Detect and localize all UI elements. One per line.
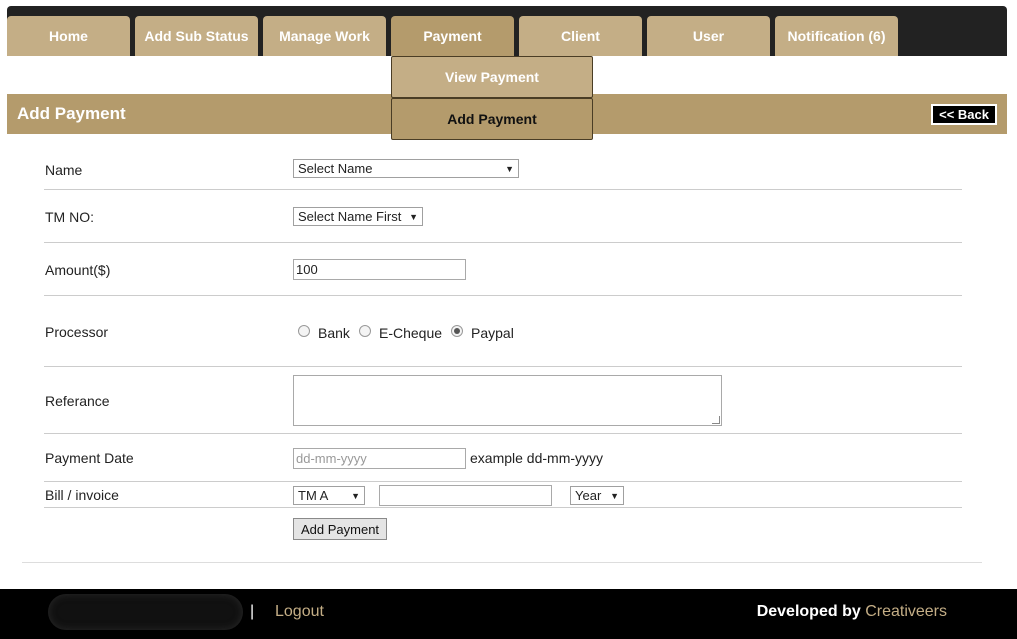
tm-no-select-value: Select Name First <box>298 209 402 224</box>
row-divider <box>44 189 962 190</box>
processor-radio-bank[interactable] <box>298 325 310 337</box>
back-button[interactable]: << Back <box>931 104 997 125</box>
resize-grip-icon[interactable] <box>712 416 720 424</box>
panel-bottom-divider <box>22 562 982 563</box>
name-select[interactable]: Select Name ▼ <box>293 159 519 178</box>
processor-radio-echeque[interactable] <box>359 325 371 337</box>
processor-label: Processor <box>45 324 109 340</box>
tm-no-label: TM NO: <box>45 209 94 225</box>
tab-client[interactable]: Client <box>519 16 642 56</box>
chevron-down-icon: ▼ <box>351 490 360 501</box>
tm-no-select[interactable]: Select Name First ▼ <box>293 207 423 226</box>
amount-input[interactable]: 100 <box>293 259 466 280</box>
submenu-view-payment[interactable]: View Payment <box>391 56 593 98</box>
reference-label: Referance <box>45 393 110 409</box>
top-navigation-bar: Home Add Sub Status Manage Work Payment … <box>7 6 1007 56</box>
processor-option-label: Paypal <box>471 325 514 341</box>
row-divider <box>44 433 962 434</box>
chevron-down-icon: ▼ <box>610 490 619 501</box>
payment-date-input[interactable]: dd-mm-yyyy <box>293 448 466 469</box>
reference-textarea[interactable] <box>293 375 722 426</box>
tab-add-sub-status[interactable]: Add Sub Status <box>135 16 258 56</box>
bill-tm-select-value: TM A <box>298 488 329 503</box>
add-payment-button[interactable]: Add Payment <box>293 518 388 540</box>
row-divider <box>44 481 962 482</box>
processor-radio-paypal[interactable] <box>451 325 463 337</box>
tab-manage-work[interactable]: Manage Work <box>263 16 386 56</box>
tab-home[interactable]: Home <box>7 16 130 56</box>
developed-by-credit: Developed by Creativeers <box>757 603 947 621</box>
page-title: Add Payment <box>17 104 126 123</box>
tab-payment[interactable]: Payment <box>391 16 514 56</box>
submenu-add-payment[interactable]: Add Payment <box>391 98 593 140</box>
name-label: Name <box>45 162 83 178</box>
row-divider <box>44 507 962 508</box>
bill-number-input[interactable] <box>379 485 552 506</box>
row-divider <box>44 295 962 296</box>
payment-date-label: Payment Date <box>45 450 134 466</box>
amount-label: Amount($) <box>45 262 111 278</box>
bill-tm-select[interactable]: TM A ▼ <box>293 486 365 505</box>
add-payment-form: Name Select Name ▼ TM NO: Select Name Fi… <box>7 134 1007 589</box>
logout-link[interactable]: Logout <box>275 603 324 621</box>
tab-user[interactable]: User <box>647 16 770 56</box>
footer-separator: | <box>250 603 255 620</box>
footer: | Logout Developed by Creativeers <box>0 589 1017 639</box>
tab-notification[interactable]: Notification (6) <box>775 16 898 56</box>
processor-option-label: E-Cheque <box>379 325 443 341</box>
chevron-down-icon: ▼ <box>505 163 514 174</box>
bill-invoice-label: Bill / invoice <box>45 487 119 503</box>
redacted-user-area <box>48 594 243 630</box>
processor-option-label: Bank <box>318 325 350 341</box>
payment-date-hint: example dd-mm-yyyy <box>470 450 604 466</box>
row-divider <box>44 242 962 243</box>
developed-by-text: Developed by <box>756 603 861 620</box>
row-divider <box>44 366 962 367</box>
developer-brand-link[interactable]: Creativeers <box>865 603 947 620</box>
bill-year-select[interactable]: Year ▼ <box>570 486 624 505</box>
bill-year-select-value: Year <box>575 488 602 503</box>
name-select-value: Select Name <box>298 161 373 176</box>
chevron-down-icon: ▼ <box>409 211 418 222</box>
